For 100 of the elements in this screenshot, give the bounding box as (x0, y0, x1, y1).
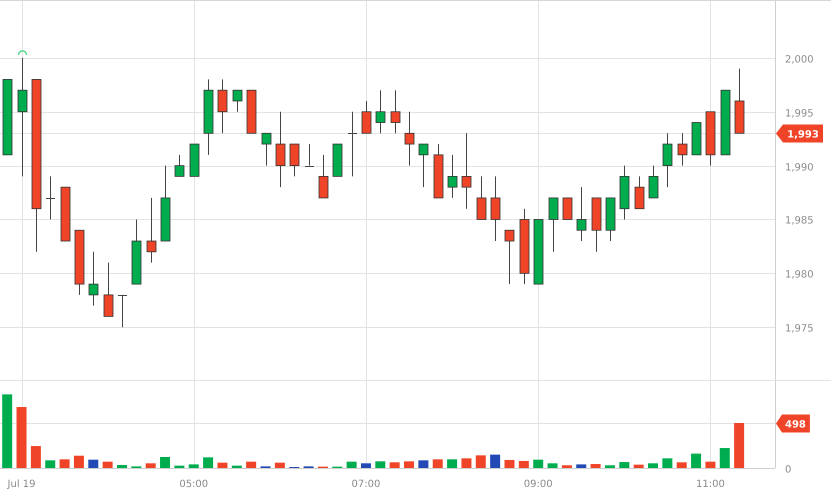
candle (246, 90, 256, 134)
candle (46, 176, 56, 220)
candle (490, 176, 500, 242)
price-tag: 498 (776, 414, 810, 432)
axis-label: 09:00 (524, 479, 553, 490)
volume-bar (576, 464, 586, 468)
volume-bar (203, 457, 214, 468)
volume-bar (562, 465, 572, 468)
candle (476, 176, 486, 220)
volume-bar (30, 446, 41, 468)
volume-bar (476, 455, 486, 468)
arc-marker-icon (18, 50, 28, 55)
candle (404, 111, 414, 166)
volume-bar (590, 464, 601, 468)
volume-bar (390, 462, 400, 468)
volume-bar (634, 464, 644, 468)
candle (504, 230, 514, 285)
candle (262, 132, 272, 166)
volume-bar (16, 407, 27, 468)
candle (376, 90, 386, 134)
candle (88, 251, 98, 306)
candle (304, 144, 314, 167)
candle (174, 154, 184, 177)
axis-label: 1,975 (785, 324, 814, 334)
volume-bar (404, 461, 414, 468)
volume-bar (619, 462, 630, 468)
candle (692, 122, 702, 156)
candle (534, 218, 544, 285)
candle (362, 100, 372, 134)
volume-bar (188, 464, 199, 468)
candle (290, 144, 300, 177)
axis-label: 11:00 (696, 479, 725, 490)
volume-bar (346, 462, 357, 468)
volume-bar (232, 466, 242, 468)
volume-bar (734, 423, 744, 468)
axis-label: 1,980 (785, 270, 814, 280)
candle (390, 90, 400, 134)
candle (232, 90, 242, 112)
axis-label: 07:00 (352, 479, 380, 490)
candle (606, 197, 616, 242)
volume-bar (461, 458, 472, 468)
candle (60, 186, 70, 242)
axis-label: 1,985 (785, 216, 814, 226)
axis-label: 1,995 (785, 108, 814, 120)
price-tag: 1,993 (776, 124, 823, 142)
candle (734, 68, 744, 134)
candle (562, 197, 572, 220)
volume-bar (691, 454, 702, 468)
volume-bar (117, 465, 127, 468)
volume-bar (160, 456, 170, 468)
volume-bar (274, 462, 285, 468)
volume-bar (676, 462, 687, 468)
volume-bar (146, 463, 156, 468)
volume-bar (604, 465, 615, 468)
volume-bar (504, 460, 514, 468)
candle (678, 132, 688, 166)
volume-bar (74, 456, 84, 468)
candle (332, 144, 342, 177)
candle (132, 218, 142, 285)
candle (576, 186, 586, 242)
candle (620, 165, 630, 220)
volume-bar (662, 458, 672, 468)
candle (74, 230, 84, 296)
volume-bar (533, 460, 544, 468)
volume-bar (174, 466, 184, 468)
volume-bar (447, 459, 458, 468)
candle (448, 154, 458, 198)
volume-bar (88, 460, 98, 468)
candle (418, 144, 428, 188)
volume-bar (705, 462, 716, 468)
volume-bar (246, 462, 256, 468)
candle (434, 144, 444, 198)
volume-bar (490, 454, 500, 468)
candle (218, 78, 228, 134)
volume-bar (518, 460, 529, 468)
candle (592, 197, 602, 252)
candle (190, 144, 200, 177)
volume-bar (418, 460, 428, 468)
volume-bar (648, 463, 658, 468)
candle (706, 111, 716, 166)
candle (648, 165, 658, 198)
volume-bar (60, 459, 70, 468)
volume-bar (45, 460, 56, 468)
candle (146, 197, 156, 264)
candle (104, 262, 114, 317)
axis-label: 1,990 (785, 162, 814, 174)
y-tick-label: 498 (785, 420, 806, 430)
candle (118, 294, 128, 328)
axis-label: 05:00 (179, 479, 208, 490)
volume-bar (217, 462, 228, 468)
volume-bar (375, 461, 386, 468)
candle (720, 90, 730, 156)
candle (348, 111, 358, 177)
candle (548, 197, 558, 252)
volume-bar (432, 459, 443, 468)
axis-label: Jul 19 (8, 479, 36, 490)
volume-bar (720, 448, 730, 468)
axis-label: 0 (785, 464, 792, 476)
volume-bar (360, 463, 371, 468)
axis-label: 2,000 (785, 54, 814, 66)
